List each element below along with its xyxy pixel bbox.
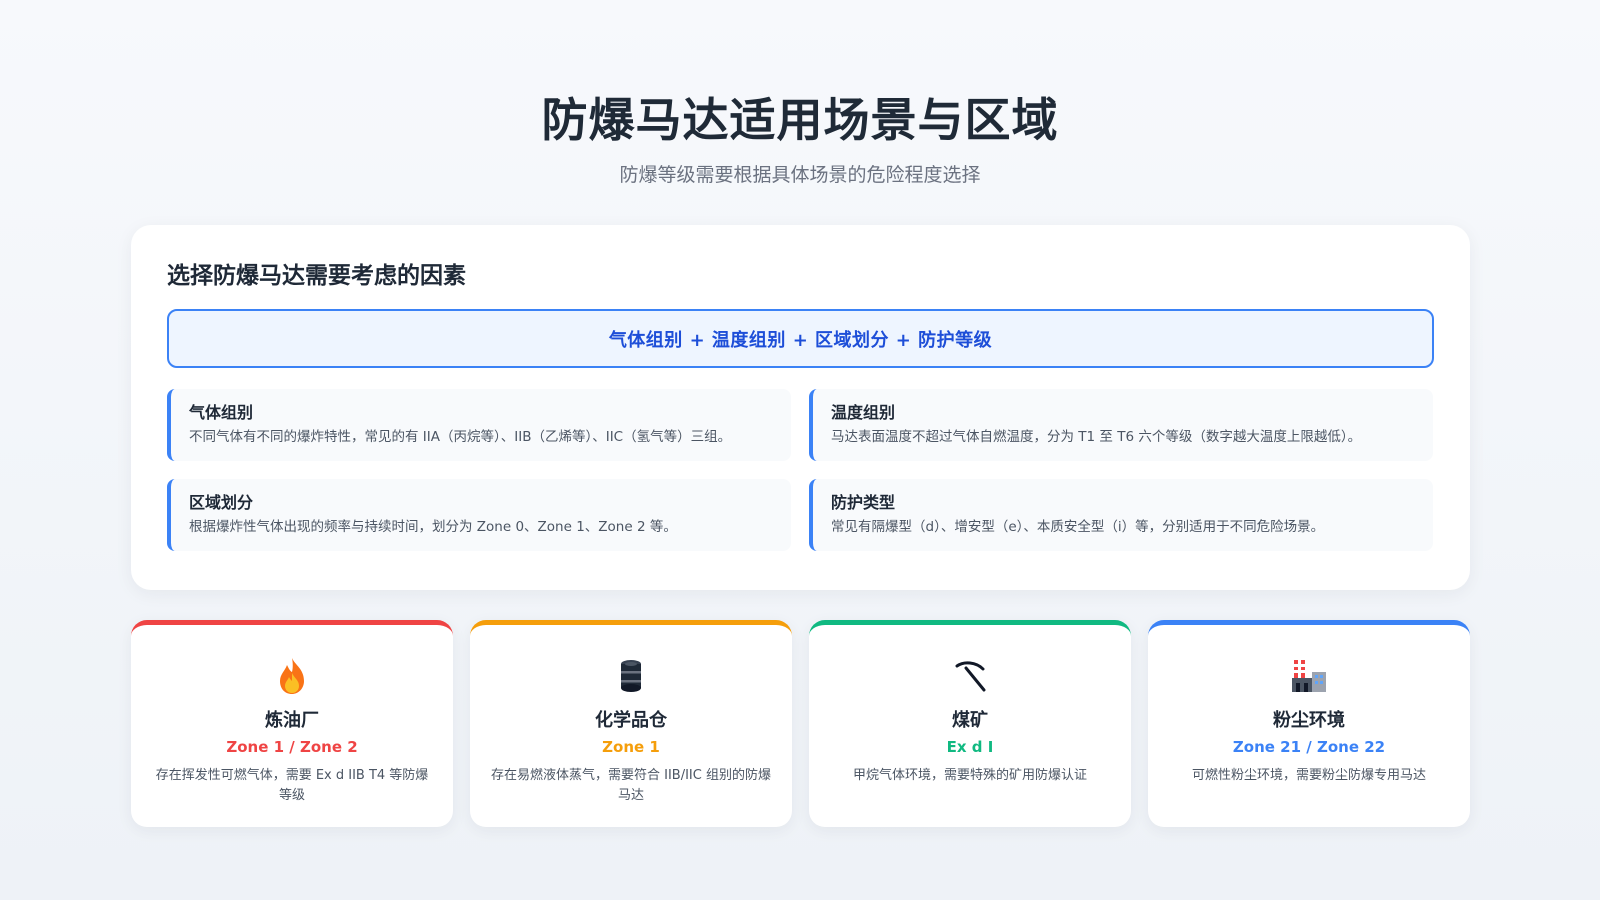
factor-gas-group: 气体组别 不同气体有不同的爆炸特性，常见的有 IIA（丙烷等）、IIB（乙烯等）…	[167, 389, 791, 461]
page-title: 防爆马达适用场景与区域	[541, 93, 1059, 147]
scenario-zone: Ex d I	[946, 738, 994, 756]
scenario-zone: Zone 1 / Zone 2	[226, 738, 358, 756]
scenario-cards: 炼油厂 Zone 1 / Zone 2 存在挥发性可燃气体，需要 Ex d II…	[131, 620, 1470, 827]
pickaxe-icon	[829, 655, 1111, 697]
page-subtitle: 防爆等级需要根据具体场景的危险程度选择	[619, 164, 981, 186]
factor-name: 防护类型	[831, 493, 896, 512]
scenario-name: 化学品仓	[595, 710, 667, 731]
scenario-zone: Zone 21 / Zone 22	[1232, 738, 1386, 756]
fire-icon	[151, 655, 433, 697]
scenario-zone: Zone 1	[602, 738, 660, 756]
factor-name: 气体组别	[189, 403, 254, 422]
oil-drum-icon	[490, 655, 772, 697]
selection-factors-card: 选择防爆马达需要考虑的因素 气体组别 + 温度组别 + 区域划分 + 防护等级 …	[131, 225, 1470, 590]
factory-icon	[1168, 655, 1450, 697]
scenario-description: 甲烷气体环境，需要特殊的矿用防爆认证	[852, 768, 1087, 783]
page-header: 防爆马达适用场景与区域 防爆等级需要根据具体场景的危险程度选择	[0, 92, 1600, 188]
scenario-dust-environment-card: 粉尘环境 Zone 21 / Zone 22 可燃性粉尘环境，需要粉尘防爆专用马…	[1148, 620, 1470, 827]
scenario-name: 煤矿	[952, 710, 988, 731]
factor-description: 不同气体有不同的爆炸特性，常见的有 IIA（丙烷等）、IIB（乙烯等）、IIC（…	[189, 429, 732, 445]
factor-description: 根据爆炸性气体出现的频率与持续时间，划分为 Zone 0、Zone 1、Zone…	[189, 519, 677, 535]
factor-description: 马达表面温度不超过气体自燃温度，分为 T1 至 T6 六个等级（数字越大温度上限…	[831, 429, 1362, 445]
factors-title: 选择防爆马达需要考虑的因素	[167, 263, 466, 289]
factor-name: 区域划分	[189, 493, 254, 512]
scenario-coal-mine-card: 煤矿 Ex d I 甲烷气体环境，需要特殊的矿用防爆认证	[809, 620, 1131, 827]
factor-zone-classification: 区域划分 根据爆炸性气体出现的频率与持续时间，划分为 Zone 0、Zone 1…	[167, 479, 791, 551]
scenario-name: 粉尘环境	[1273, 710, 1345, 731]
factor-temperature-class: 温度组别 马达表面温度不超过气体自燃温度，分为 T1 至 T6 六个等级（数字越…	[809, 389, 1433, 461]
factor-grid: 气体组别 不同气体有不同的爆炸特性，常见的有 IIA（丙烷等）、IIB（乙烯等）…	[167, 389, 1434, 551]
scenario-name: 炼油厂	[265, 710, 319, 731]
scenario-refinery-card: 炼油厂 Zone 1 / Zone 2 存在挥发性可燃气体，需要 Ex d II…	[131, 620, 453, 827]
factor-formula: 气体组别 + 温度组别 + 区域划分 + 防护等级	[167, 309, 1434, 368]
scenario-description: 可燃性粉尘环境，需要粉尘防爆专用马达	[1191, 768, 1426, 783]
scenario-chemical-warehouse-card: 化学品仓 Zone 1 存在易燃液体蒸气，需要符合 IIB/IIC 组别的防爆马…	[470, 620, 792, 827]
factor-name: 温度组别	[831, 403, 896, 422]
factor-protection-type: 防护类型 常见有隔爆型（d）、增安型（e）、本质安全型（i）等，分别适用于不同危…	[809, 479, 1433, 551]
scenario-description: 存在易燃液体蒸气，需要符合 IIB/IIC 组别的防爆马达	[491, 768, 771, 803]
scenario-description: 存在挥发性可燃气体，需要 Ex d IIB T4 等防爆等级	[155, 768, 429, 803]
factor-description: 常见有隔爆型（d）、增安型（e）、本质安全型（i）等，分别适用于不同危险场景。	[831, 519, 1325, 535]
